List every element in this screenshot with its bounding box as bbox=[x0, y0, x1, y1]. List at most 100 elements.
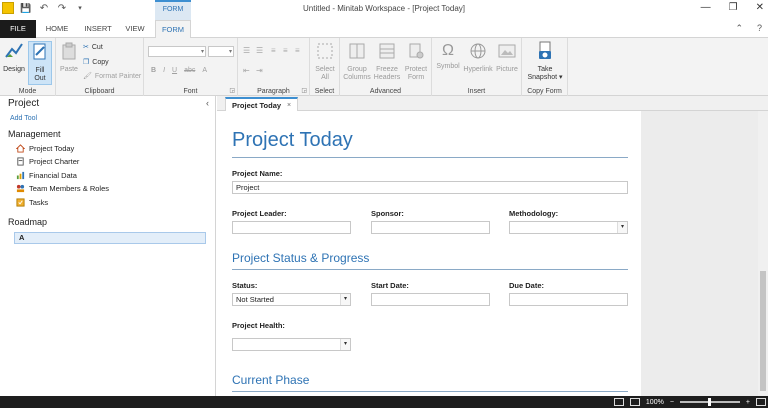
due-date-field[interactable] bbox=[509, 293, 628, 306]
zoom-out-button[interactable]: − bbox=[670, 399, 674, 406]
bold-button[interactable]: B bbox=[151, 67, 156, 74]
group-label-clipboard: Clipboard bbox=[84, 88, 115, 95]
nav-item-tasks[interactable]: Tasks bbox=[16, 196, 48, 209]
nav-item-financial-data[interactable]: Financial Data bbox=[16, 169, 77, 182]
collapse-panel-icon[interactable]: ‹ bbox=[206, 98, 209, 108]
close-tab-icon[interactable]: × bbox=[287, 100, 291, 111]
font-dialog-launcher-icon[interactable]: ◲ bbox=[229, 87, 235, 94]
start-date-field[interactable] bbox=[371, 293, 490, 306]
title-divider bbox=[232, 157, 628, 158]
roadmap-item-a[interactable]: A bbox=[14, 232, 206, 244]
maximize-button[interactable]: ❐ bbox=[729, 2, 738, 13]
title-bar: 💾 ↶ ↷ ▾ FORM Untitled - Minitab Workspac… bbox=[0, 0, 768, 20]
zoom-slider[interactable] bbox=[679, 398, 740, 406]
tasks-icon bbox=[16, 198, 25, 207]
align-center-icon[interactable]: ≡ bbox=[283, 46, 288, 55]
tab-project-today[interactable]: Project Today × bbox=[225, 97, 299, 112]
close-button[interactable]: ✕ bbox=[756, 2, 764, 13]
group-copy-form: Take Snapshot ▾ Copy Form bbox=[522, 38, 568, 96]
collapse-ribbon-icon[interactable]: ⌃ bbox=[735, 23, 743, 34]
zoom-level: 100% bbox=[645, 398, 664, 406]
status-bar: 100% − + bbox=[0, 396, 768, 408]
status-select[interactable]: Not Started ▾ bbox=[232, 293, 351, 306]
tab-view[interactable]: VIEW bbox=[120, 20, 150, 38]
font-family-combo[interactable]: ▾ bbox=[148, 46, 206, 57]
document-icon bbox=[17, 157, 24, 166]
add-tool-link[interactable]: Add Tool bbox=[10, 115, 37, 122]
group-mode: Design Fill Out Mode bbox=[0, 38, 56, 96]
design-button[interactable]: Design bbox=[2, 41, 26, 74]
italic-button[interactable]: I bbox=[163, 67, 165, 74]
tab-file[interactable]: FILE bbox=[0, 20, 36, 38]
tab-home[interactable]: HOME bbox=[40, 20, 74, 38]
align-right-icon[interactable]: ≡ bbox=[295, 46, 300, 55]
picture-icon bbox=[498, 44, 516, 58]
zoom-in-button[interactable]: + bbox=[746, 399, 750, 406]
project-health-select[interactable]: ▾ bbox=[232, 338, 351, 351]
methodology-select[interactable]: ▾ bbox=[509, 221, 628, 234]
group-label-paragraph: Paragraph bbox=[257, 88, 290, 95]
fill-out-button[interactable]: Fill Out bbox=[28, 41, 52, 85]
group-font: ▾ ▾ B I U abc A Font ◲ bbox=[144, 38, 238, 96]
due-date-label: Due Date: bbox=[509, 281, 545, 290]
camera-icon bbox=[539, 41, 551, 59]
vertical-scrollbar[interactable] bbox=[758, 111, 768, 396]
bullets-icon[interactable]: ☰ bbox=[243, 46, 250, 55]
cut-button[interactable]: ✂ Cut bbox=[83, 43, 103, 52]
scrollbar-thumb[interactable] bbox=[760, 271, 766, 391]
group-insert: Ω Symbol Hyperlink Picture Insert bbox=[432, 38, 522, 96]
minimize-button[interactable]: — bbox=[701, 2, 711, 13]
group-label-select: Select bbox=[314, 88, 335, 95]
window-title: Untitled - Minitab Workspace - [Project … bbox=[303, 4, 465, 13]
take-snapshot-button[interactable]: Take Snapshot ▾ bbox=[525, 41, 565, 82]
tab-insert[interactable]: INSERT bbox=[80, 20, 116, 38]
select-all-button[interactable]: Select All bbox=[313, 41, 337, 82]
project-leader-field[interactable] bbox=[232, 221, 351, 234]
nav-item-team-members[interactable]: Team Members & Roles bbox=[16, 182, 109, 195]
group-advanced: Group Columns Freeze Headers Protect For… bbox=[340, 38, 432, 96]
format-painter-button[interactable]: 🖌 Format Painter bbox=[83, 72, 141, 81]
fit-to-window-icon[interactable] bbox=[756, 398, 766, 406]
zoom-slider-thumb[interactable] bbox=[707, 398, 711, 406]
sponsor-label: Sponsor: bbox=[371, 209, 404, 218]
font-size-combo[interactable]: ▾ bbox=[208, 46, 234, 57]
management-heading: Management bbox=[8, 129, 61, 139]
outdent-icon[interactable]: ⇤ bbox=[243, 66, 250, 75]
window-controls: — ❐ ✕ bbox=[701, 2, 764, 13]
picture-button[interactable]: Picture bbox=[494, 41, 520, 74]
status-section-title: Project Status & Progress bbox=[232, 251, 370, 265]
underline-button[interactable]: U bbox=[172, 67, 177, 74]
numbering-icon[interactable]: ☰ bbox=[256, 46, 263, 55]
nav-item-project-charter[interactable]: Project Charter bbox=[16, 155, 79, 168]
paste-icon bbox=[62, 42, 76, 60]
paste-button[interactable]: Paste bbox=[58, 41, 80, 74]
help-icon[interactable]: ? bbox=[757, 23, 762, 34]
symbol-button[interactable]: Ω Symbol bbox=[434, 41, 462, 71]
split-view-icon[interactable] bbox=[629, 398, 640, 406]
copy-button[interactable]: ❐ Copy bbox=[83, 58, 109, 67]
normal-view-icon[interactable] bbox=[613, 398, 624, 406]
paragraph-dialog-launcher-icon[interactable]: ◲ bbox=[301, 87, 307, 94]
indent-icon[interactable]: ⇥ bbox=[256, 66, 263, 75]
brush-icon: 🖌 bbox=[83, 73, 92, 80]
strikethrough-button[interactable]: abc bbox=[184, 67, 195, 74]
project-name-label: Project Name: bbox=[232, 169, 283, 178]
project-name-field[interactable]: Project bbox=[232, 181, 628, 194]
document-tabs: Project Today × bbox=[217, 96, 768, 112]
color-button[interactable]: A bbox=[202, 67, 207, 74]
font-format-buttons: B I U abc A bbox=[151, 67, 207, 74]
select-all-icon bbox=[317, 43, 333, 59]
sponsor-field[interactable] bbox=[371, 221, 490, 234]
chevron-down-icon: ▾ bbox=[340, 294, 350, 305]
chevron-down-icon: ▾ bbox=[340, 339, 350, 350]
nav-item-project-today[interactable]: Project Today bbox=[16, 142, 74, 155]
methodology-label: Methodology: bbox=[509, 209, 559, 218]
group-label-advanced: Advanced bbox=[369, 88, 402, 95]
group-label-copy-form: Copy Form bbox=[527, 88, 562, 95]
freeze-headers-button[interactable]: Freeze Headers bbox=[372, 41, 402, 82]
hyperlink-button[interactable]: Hyperlink bbox=[462, 41, 494, 74]
protect-form-button[interactable]: Protect Form bbox=[402, 41, 430, 82]
group-columns-button[interactable]: Group Columns bbox=[342, 41, 372, 82]
align-left-icon[interactable]: ≡ bbox=[271, 46, 276, 55]
tab-form[interactable]: FORM bbox=[155, 20, 191, 39]
